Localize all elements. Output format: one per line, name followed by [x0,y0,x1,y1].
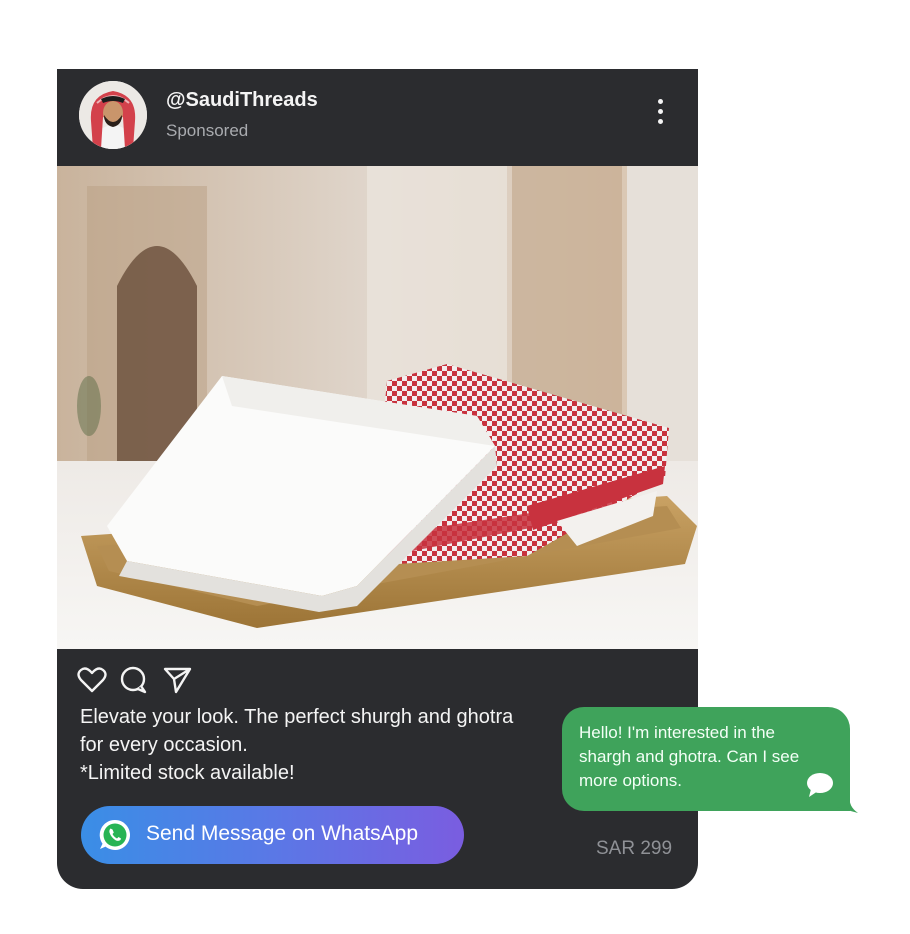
more-options-icon[interactable] [647,99,673,129]
price-label: SAR 299 [596,838,673,859]
chat-bubble-icon [807,773,833,797]
post-header: @SaudiThreads Sponsored [57,69,698,166]
send-icon[interactable] [163,666,193,694]
comment-icon[interactable] [119,666,149,694]
whatsapp-icon [99,819,131,850]
chat-message-text: Hello! I'm interested in the shargh and … [579,723,800,790]
avatar-image [79,81,147,149]
username[interactable]: @SaudiThreads [166,89,318,112]
whatsapp-button-label: Send Message on WhatsApp [146,822,418,845]
caption-line-3: *Limited stock available! [80,762,295,784]
avatar[interactable] [79,81,147,149]
whatsapp-message-button[interactable]: Send Message on WhatsApp [81,806,464,864]
sponsored-label: Sponsored [166,121,249,140]
product-photo [57,166,698,649]
post-caption: Elevate your look. The perfect shurgh an… [80,703,580,787]
bubble-tail [836,796,858,813]
caption-line-2: for every occasion. [80,734,248,756]
caption-line-1: Elevate your look. The perfect shurgh an… [80,706,514,728]
heart-icon[interactable] [77,666,107,694]
